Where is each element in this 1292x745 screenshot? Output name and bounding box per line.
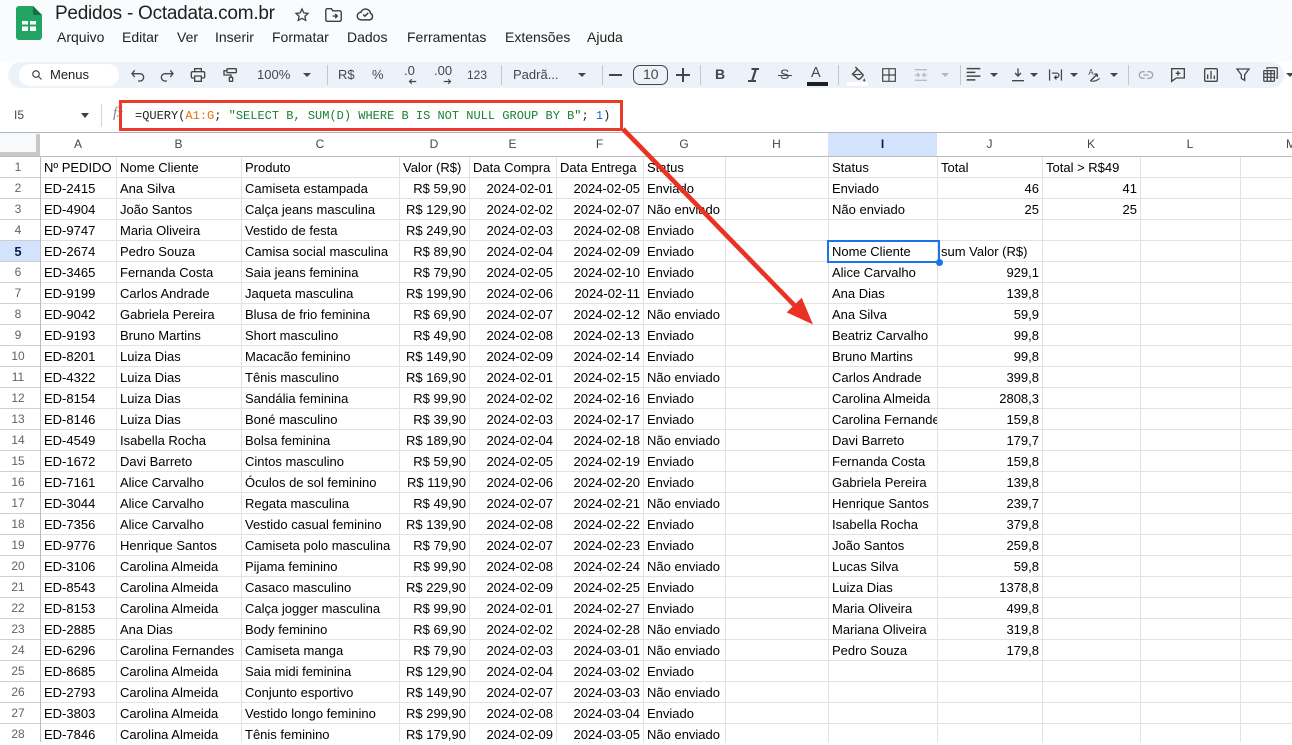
svg-text:A: A (1088, 68, 1094, 77)
